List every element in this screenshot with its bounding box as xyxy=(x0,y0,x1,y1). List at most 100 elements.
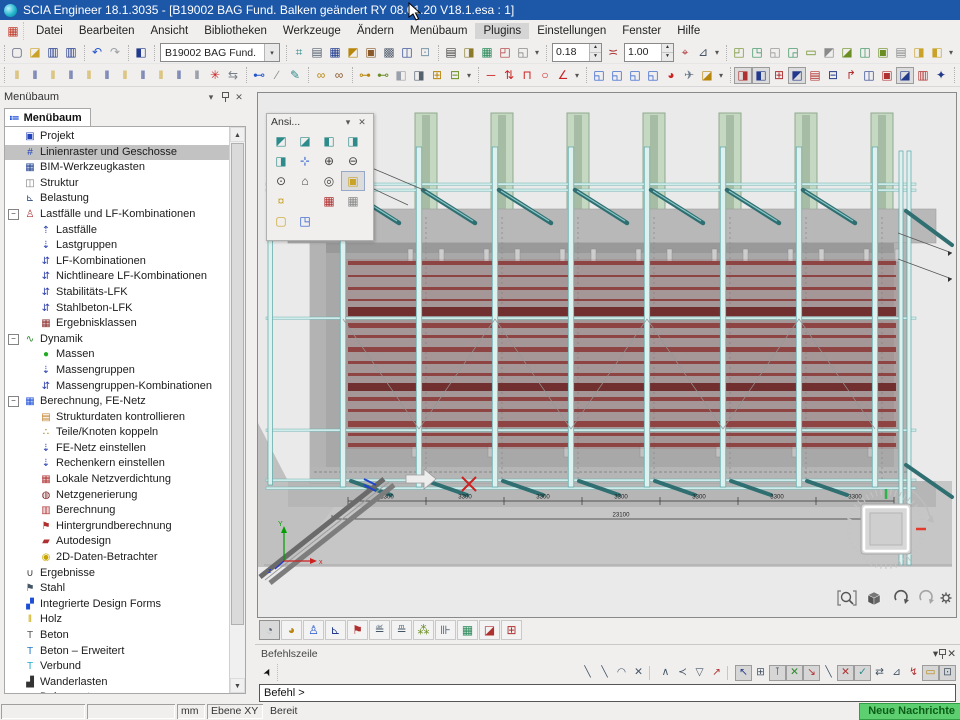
opening-tool-icon[interactable]: ◩ xyxy=(820,44,838,61)
snap-surface-icon[interactable]: ▽ xyxy=(691,665,708,681)
snap-midpoint-icon[interactable]: ∧ xyxy=(657,665,674,681)
zoom-all-icon[interactable]: ⌂ xyxy=(293,171,317,191)
tree-item-belastung[interactable]: ⊾Belastung xyxy=(5,191,230,207)
snap-percent-icon[interactable]: ≺ xyxy=(674,665,691,681)
view-top-icon[interactable]: ◩ xyxy=(269,131,293,151)
save-all-icon[interactable]: ▥ xyxy=(44,44,62,61)
snap-arc-icon[interactable]: ◠ xyxy=(613,665,630,681)
panel-close-icon[interactable]: ✕ xyxy=(232,92,246,103)
beam-pair-icon-3[interactable]: ‖ xyxy=(44,67,62,84)
zoom-out-icon[interactable]: ⊖ xyxy=(341,151,365,171)
overflow-caret-icon[interactable]: ▾ xyxy=(532,48,542,57)
show-grid-icon[interactable]: ⊞ xyxy=(501,620,522,640)
view-front-icon[interactable]: ◪ xyxy=(293,131,317,151)
connect-icon[interactable]: ⊷ xyxy=(250,67,268,84)
menu-werkzeuge[interactable]: Werkzeuge xyxy=(275,23,349,39)
snap-linehalf-icon[interactable]: ╲ xyxy=(820,665,837,681)
menu-bibliotheken[interactable]: Bibliotheken xyxy=(196,23,275,39)
beam-tool-icon[interactable]: ◱ xyxy=(766,44,784,61)
axis-view-icon[interactable]: ⊹ xyxy=(293,151,317,171)
decimal-icon[interactable]: ⊿ xyxy=(694,44,712,61)
bird-icon[interactable]: ◕ xyxy=(662,67,680,84)
plane-icon[interactable]: ✈ xyxy=(680,67,698,84)
node-star-icon[interactable]: ✳ xyxy=(206,67,224,84)
paste-icon-2[interactable]: ◱ xyxy=(608,67,626,84)
show-results-icon[interactable]: ◪ xyxy=(479,620,500,640)
menu-hilfe[interactable]: Hilfe xyxy=(669,23,708,39)
rendered-icon[interactable]: ◕ xyxy=(281,620,302,640)
tree-item-verbund[interactable]: TVerbund xyxy=(5,659,230,675)
beam-pair-icon-10[interactable]: ‖ xyxy=(170,67,188,84)
snap-node-icon[interactable]: ✕ xyxy=(786,665,803,681)
palette-menu-icon[interactable]: ▾ xyxy=(341,117,355,128)
tree-item-dynamik[interactable]: −∿Dynamik xyxy=(5,332,230,348)
new-messages-badge[interactable]: Neue Nachrichte xyxy=(859,703,960,720)
dynamic-icon[interactable]: ↯ xyxy=(905,665,922,681)
support-tool-icon[interactable]: ▣ xyxy=(874,44,892,61)
hinge-tool-icon[interactable]: ▤ xyxy=(892,44,910,61)
tree-item-netzgenerierung[interactable]: ◍Netzgenerierung xyxy=(5,488,230,504)
tree-item-berechnung[interactable]: ▥Berechnung xyxy=(5,503,230,519)
line-red-icon[interactable]: ─ xyxy=(482,67,500,84)
move-icon[interactable]: ⊷ xyxy=(374,67,392,84)
render-mode-icon[interactable]: ▣ xyxy=(341,171,365,191)
panel-menu-icon[interactable]: ▾ xyxy=(204,92,218,103)
spin-buttons[interactable]: ▲▼ xyxy=(589,44,601,61)
member-edit-icon-1[interactable]: ◨ xyxy=(734,67,752,84)
overflow-caret-icon[interactable]: ▾ xyxy=(464,71,474,80)
tree-item-autodesign[interactable]: ▰Autodesign xyxy=(5,534,230,550)
document-icon[interactable]: ◰ xyxy=(496,44,514,61)
tree-expander-icon[interactable]: − xyxy=(8,209,19,220)
cmd-close-icon[interactable]: ✕ xyxy=(947,648,956,660)
paste-icon-4[interactable]: ◱ xyxy=(644,67,662,84)
catalog-icon[interactable]: ◩ xyxy=(344,44,362,61)
abc-values-icon[interactable]: ≞ xyxy=(391,620,412,640)
tree-item-stahl[interactable]: ⚑Stahl xyxy=(5,581,230,597)
print-data-icon[interactable]: ◨ xyxy=(460,44,478,61)
beam-pair-icon-2[interactable]: ‖ xyxy=(26,67,44,84)
material-library-icon[interactable]: ▦ xyxy=(326,44,344,61)
tree-item-linienraster-und-geschosse[interactable]: #Linienraster und Geschosse xyxy=(5,145,230,161)
coord-input-icon[interactable]: ⊡ xyxy=(939,665,956,681)
camera-saved-icon[interactable]: ▦ xyxy=(341,191,365,211)
move-cross-icon[interactable]: ✦ xyxy=(932,67,950,84)
view-params-icon[interactable]: ◳ xyxy=(293,211,317,231)
tree-item-stahlbeton-lfk[interactable]: ⇵Stahlbeton-LFK xyxy=(5,301,230,317)
rect-red-icon[interactable]: ⊓ xyxy=(518,67,536,84)
zoom-spinner[interactable]: 1.00▲▼ xyxy=(624,43,674,62)
bim-properties-icon[interactable]: ◫ xyxy=(398,44,416,61)
column-tool-icon[interactable]: ◳ xyxy=(748,44,766,61)
overflow-caret-icon[interactable]: ▾ xyxy=(712,48,722,57)
beam-pair-icon-1[interactable]: ‖ xyxy=(8,67,26,84)
tree-item-massengruppen-kombinationen[interactable]: ⇵Massengruppen-Kombinationen xyxy=(5,379,230,395)
snap-intersect-icon[interactable]: ✕ xyxy=(630,665,647,681)
tree-item-hintergrundberechnung[interactable]: ⚑Hintergrundberechnung xyxy=(5,519,230,535)
swap-icon[interactable]: ⇆ xyxy=(224,67,242,84)
tree-item-massengruppen[interactable]: ⇣Massengruppen xyxy=(5,363,230,379)
print-icon[interactable]: ▤ xyxy=(442,44,460,61)
3d-viewport[interactable]: 330033003300330033003300330023100Yxz Ans… xyxy=(257,92,957,618)
snap-check-icon[interactable]: ✓ xyxy=(854,665,871,681)
tree-scrollbar[interactable]: ▲ ▼ xyxy=(229,127,245,693)
overflow-caret-icon[interactable]: ▾ xyxy=(946,48,956,57)
overflow-caret-icon[interactable]: ▾ xyxy=(716,71,726,80)
picture-icon[interactable]: ◱ xyxy=(514,44,532,61)
beam-pair-icon-6[interactable]: ‖ xyxy=(98,67,116,84)
tree-item-beton[interactable]: TBeton xyxy=(5,628,230,644)
tree-expander-icon[interactable]: − xyxy=(8,334,19,345)
beam-pair-icon-4[interactable]: ‖ xyxy=(62,67,80,84)
tree-item-stabilitäts-lfk[interactable]: ⇵Stabilitäts-LFK xyxy=(5,285,230,301)
roof-tool-icon[interactable]: ◧ xyxy=(928,44,946,61)
beam-pair-icon-8[interactable]: ‖ xyxy=(134,67,152,84)
beam-pair-icon-11[interactable]: ‖ xyxy=(188,67,206,84)
link-members-icon[interactable]: ∞ xyxy=(330,67,348,84)
tree-item-lastfälle[interactable]: ⇡Lastfälle xyxy=(5,223,230,239)
cross-section-icon[interactable]: ▤ xyxy=(308,44,326,61)
rotate-icon[interactable]: ◨ xyxy=(410,67,428,84)
tree-item-ergebnisse[interactable]: ∪Ergebnisse xyxy=(5,566,230,582)
menu-plugins[interactable]: Plugins xyxy=(475,23,529,39)
tab-menubaum[interactable]: ≔ Menübaum xyxy=(4,108,91,127)
zoom-window-icon[interactable]: ⊙ xyxy=(269,171,293,191)
snap-cross-icon[interactable]: ✕ xyxy=(837,665,854,681)
sketch-icon[interactable]: ✎ xyxy=(286,67,304,84)
